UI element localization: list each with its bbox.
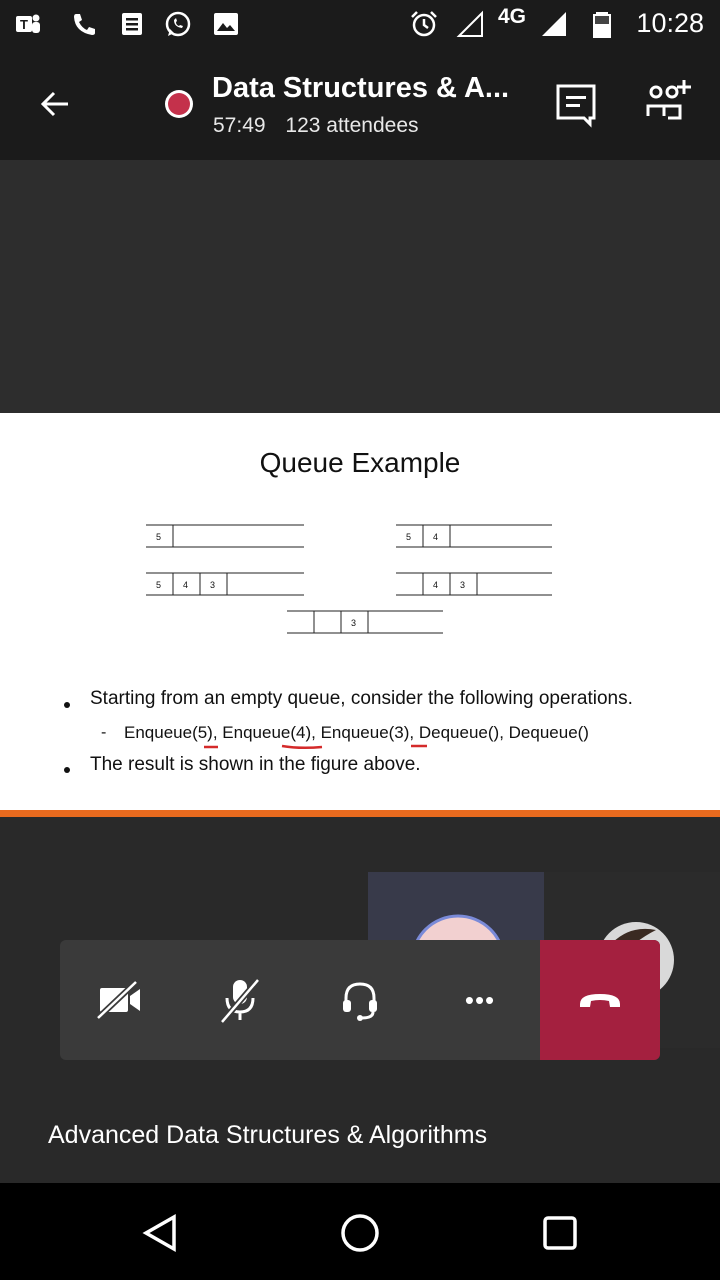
back-arrow-icon[interactable] [38,86,74,122]
queue-cell-value: 3 [210,580,215,590]
battery-icon [593,12,611,38]
slide-bullet-2: The result is shown in the figure above. [90,754,421,775]
slide-accent-bar [0,810,720,817]
queue-diagram-3: 5 4 3 [146,572,304,596]
audio-device-button[interactable] [300,940,420,1060]
avatar [415,914,501,940]
queue-cell-value: 5 [156,580,161,590]
queue-cell-value: 4 [433,580,438,590]
queue-diagram-2: 54 [396,524,552,548]
alarm-icon [411,11,437,37]
slide-bullet-1: Starting from an empty queue, consider t… [90,688,633,709]
nav-home-icon[interactable] [338,1211,382,1255]
queue-cell-value: 5 [406,532,411,542]
hang-up-icon [580,994,620,1007]
phone-icon [74,14,95,35]
recording-indicator-icon [165,90,193,118]
participants-icon[interactable] [644,76,696,128]
clock: 10:28 [636,8,704,38]
whatsapp-icon [165,11,191,37]
queue-diagram: 5 5 45 4 3 4 33 [146,524,552,634]
stage-background [0,160,720,413]
meeting-duration: 57:49 [213,114,266,137]
hang-up-button[interactable] [540,940,660,1060]
queue-cell-value: 3 [460,580,465,590]
queue-cell-value: 3 [351,618,356,628]
chat-icon[interactable] [554,82,598,128]
bullet-point [64,702,70,708]
status-bar: T 4G 10:28 [0,0,720,48]
nav-back-icon[interactable] [140,1213,180,1253]
meeting-subtitle: 57:49 123 attendees [213,114,433,138]
teams-icon: T [16,14,40,33]
mic-toggle-button[interactable] [180,940,300,1060]
sub-bullet-marker: - [101,724,107,741]
nav-recents-icon[interactable] [540,1213,580,1253]
meeting-header: Data Structures & A... 57:49 123 attende… [0,48,720,160]
camera-off-icon [96,980,140,1020]
queue-diagram-4: 43 [396,572,552,596]
signal-icon [456,10,483,37]
notes-icon [122,13,142,35]
queue-cell-value: 4 [183,580,188,590]
gallery-icon [214,13,238,35]
shared-slide: Queue Example 554543433 Starting from an… [0,413,720,810]
svg-text:T: T [20,17,28,32]
meeting-name-label: Advanced Data Structures & Algorithms [48,1121,488,1149]
meeting-title: Data Structures & A... [212,72,510,104]
participant-video-tile[interactable] [368,872,544,940]
more-options-button[interactable]: ••• [420,940,540,1060]
queue-cell-value: 5 [156,532,161,542]
slide-sub-bullet: Enqueue(5), Enqueue(4), Enqueue(3), Dequ… [124,723,589,742]
bullet-point [64,767,70,773]
navigation-bar [0,1183,720,1280]
camera-toggle-button[interactable] [60,940,180,1060]
call-controls: ••• [60,940,660,1060]
queue-diagram-5: 3 [287,610,443,634]
attendee-count: 123 attendees [285,114,419,137]
queue-cell-value: 4 [433,532,438,542]
slide-title: Queue Example [259,447,461,478]
queue-diagram-1: 5 [146,524,304,548]
signal-strength-icon [542,12,566,36]
network-type: 4G [498,5,527,28]
headset-icon [343,982,377,1021]
mic-off-icon [219,978,261,1024]
